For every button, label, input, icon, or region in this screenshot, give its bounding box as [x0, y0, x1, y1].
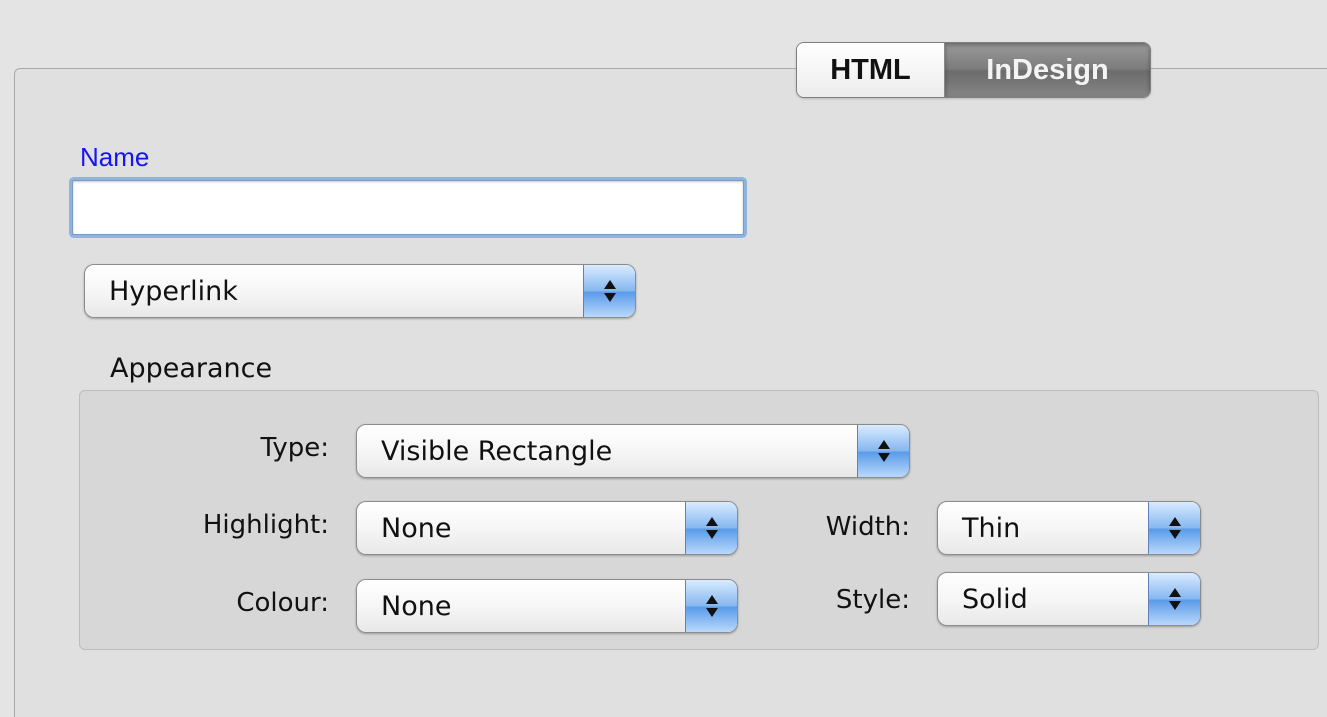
colour-label: Colour:: [236, 588, 329, 618]
type-popup[interactable]: Visible Rectangle: [356, 424, 910, 478]
tab-html[interactable]: HTML: [797, 43, 945, 97]
style-popup[interactable]: Solid: [937, 572, 1201, 626]
name-label: Name: [80, 142, 150, 172]
up-down-arrows-icon: [685, 502, 737, 554]
up-down-arrows-icon: [1148, 502, 1200, 554]
up-down-arrows-icon: [583, 265, 635, 317]
link-type-popup[interactable]: Hyperlink: [84, 264, 636, 318]
up-down-arrows-icon: [685, 580, 737, 632]
style-label: Style:: [835, 585, 910, 615]
up-down-arrows-icon: [857, 425, 909, 477]
style-value: Solid: [962, 583, 1028, 615]
dialog-window: HTML InDesign Name Hyperlink Appearance …: [0, 0, 1327, 717]
link-type-value: Hyperlink: [109, 275, 238, 307]
type-value: Visible Rectangle: [381, 435, 613, 467]
up-down-arrows-icon: [1148, 573, 1200, 625]
highlight-value: None: [381, 512, 452, 544]
width-popup[interactable]: Thin: [937, 501, 1201, 555]
tab-indesign[interactable]: InDesign: [945, 43, 1150, 97]
type-label: Type:: [260, 433, 329, 463]
highlight-label: Highlight:: [202, 510, 329, 540]
colour-value: None: [381, 590, 452, 622]
tab-segmented-control: HTML InDesign: [796, 42, 1151, 98]
width-label: Width:: [825, 512, 910, 542]
name-input[interactable]: [72, 180, 744, 235]
width-value: Thin: [962, 512, 1021, 544]
appearance-heading: Appearance: [110, 353, 273, 384]
highlight-popup[interactable]: None: [356, 501, 738, 555]
colour-popup[interactable]: None: [356, 579, 738, 633]
